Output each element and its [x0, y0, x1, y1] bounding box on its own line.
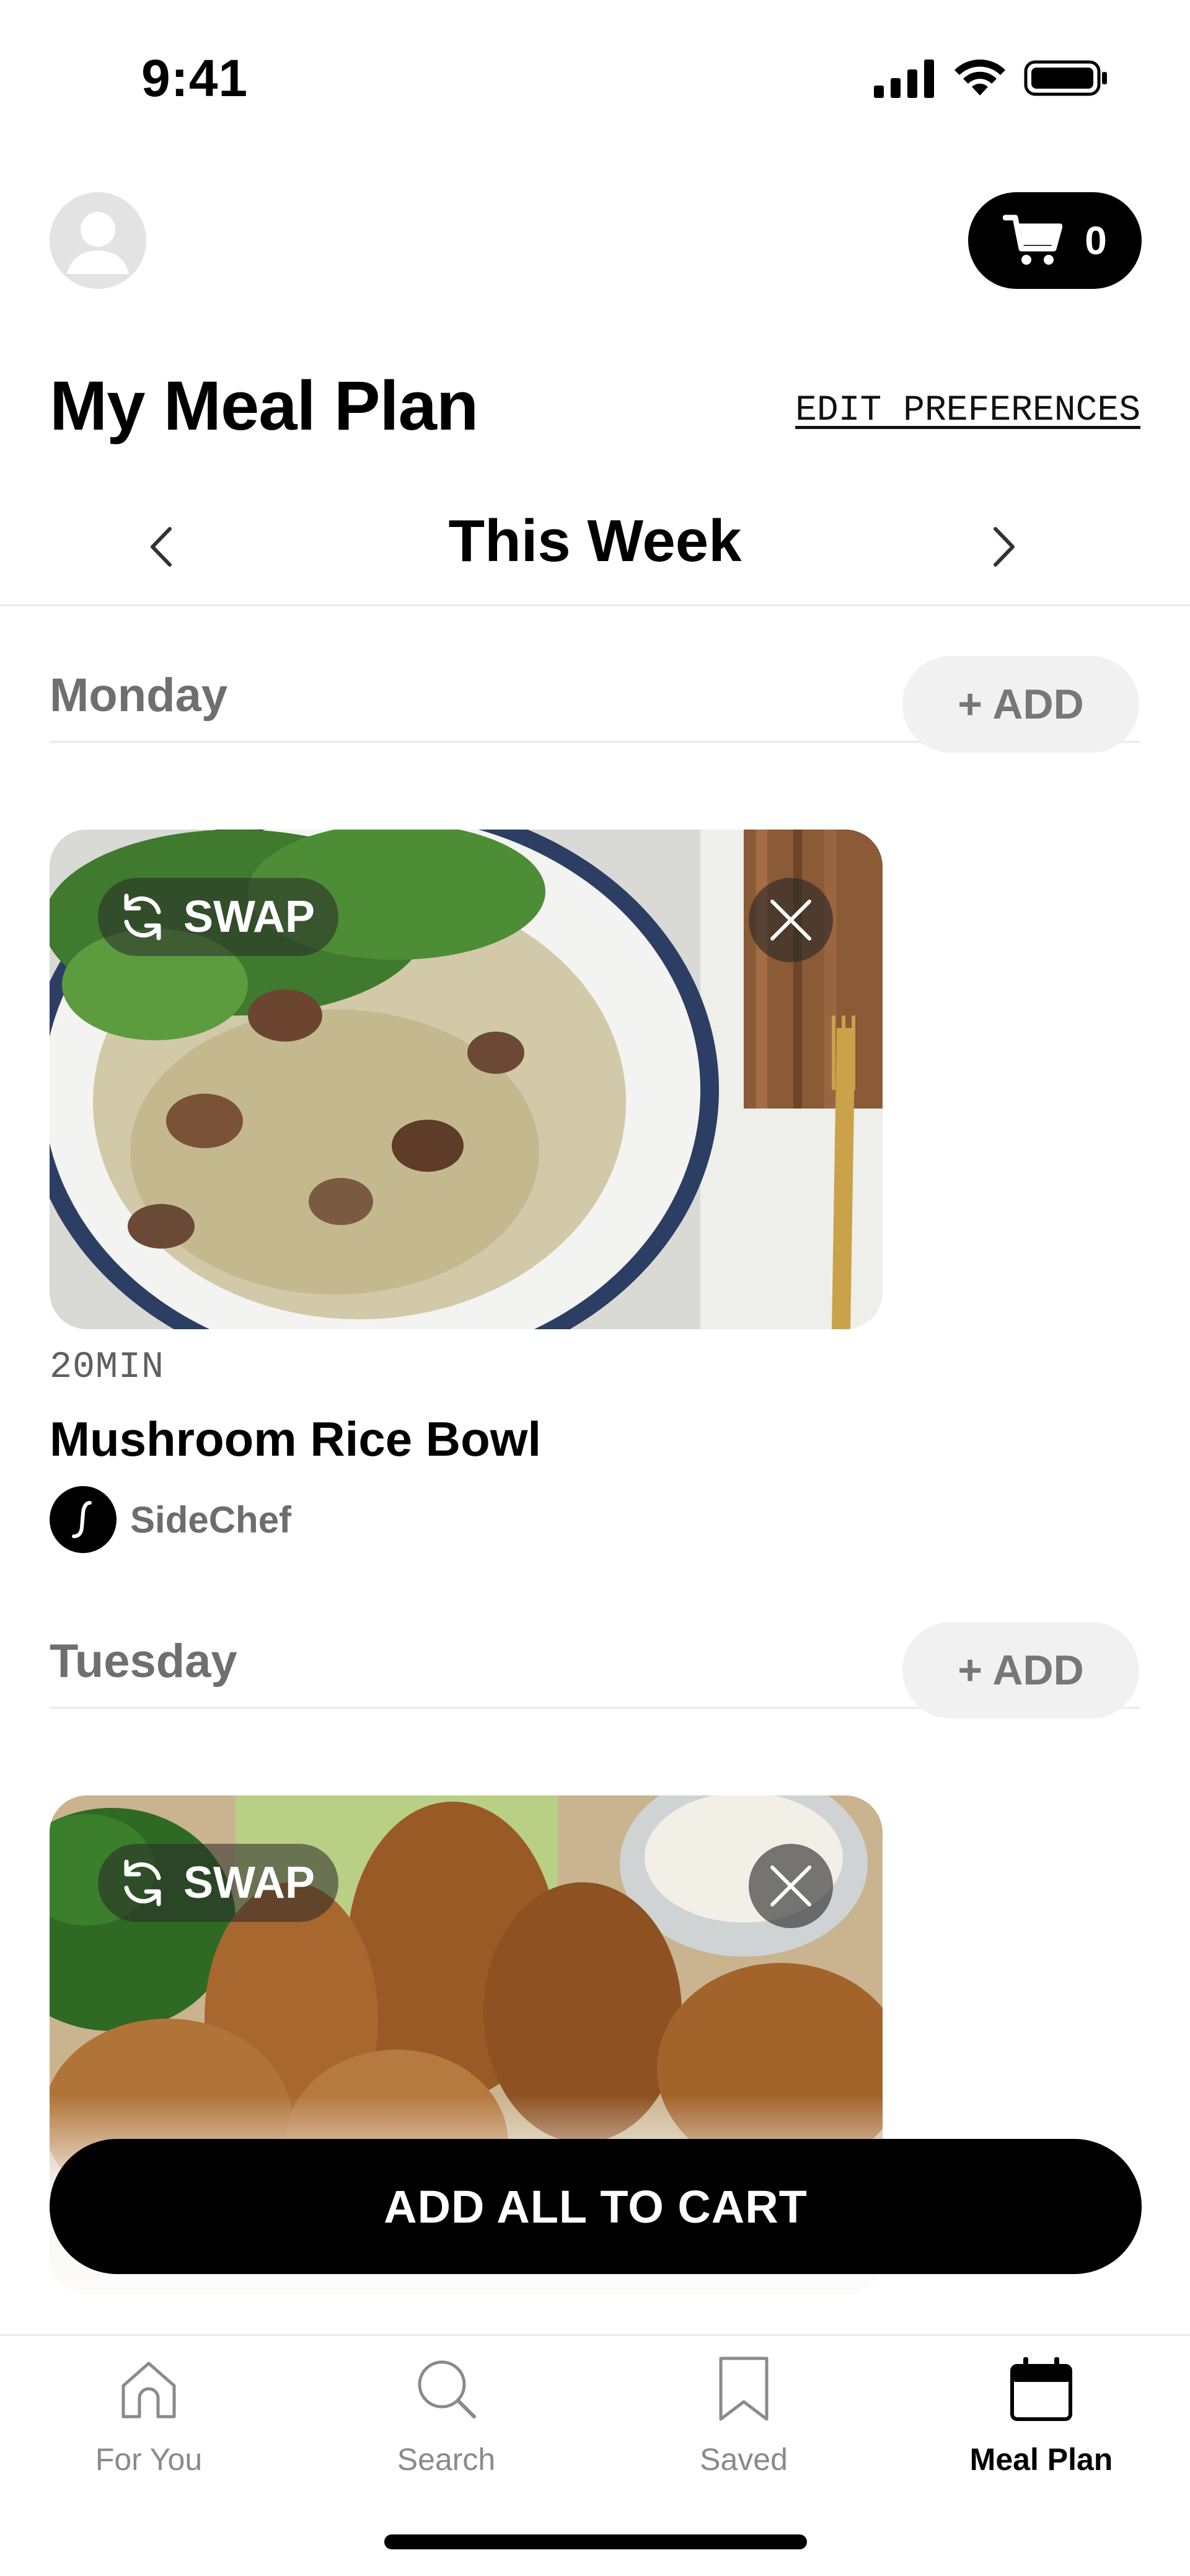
add-meal-button[interactable]: + ADD: [902, 656, 1139, 753]
next-week-button[interactable]: [979, 522, 1029, 572]
day-name: Tuesday: [50, 1635, 237, 1688]
add-all-to-cart-button[interactable]: ADD ALL TO CART: [50, 2139, 1142, 2274]
remove-meal-button[interactable]: [749, 1844, 833, 1928]
meal-image[interactable]: SWAP: [50, 830, 883, 1329]
search-icon: [406, 2348, 487, 2429]
status-icons: [874, 58, 1108, 98]
edit-preferences-link[interactable]: EDIT PREFERENCES: [795, 391, 1140, 431]
tab-label: Saved: [700, 2442, 788, 2477]
sidechef-logo-icon: [50, 1486, 117, 1553]
status-bar: 9:41: [0, 0, 1190, 155]
meal-cook-time: 20MIN: [50, 1347, 165, 1389]
user-icon: [67, 212, 129, 274]
bookmark-icon: [703, 2348, 784, 2429]
tab-saved[interactable]: Saved: [595, 2348, 892, 2497]
remove-meal-button[interactable]: [749, 878, 833, 962]
swap-button[interactable]: SWAP: [98, 878, 339, 956]
tab-for-you[interactable]: For You: [0, 2348, 298, 2497]
add-meal-button[interactable]: + ADD: [902, 1622, 1139, 1719]
close-icon: [770, 1866, 811, 1906]
meal-source[interactable]: SideChef: [50, 1486, 883, 1553]
tab-meal-plan[interactable]: Meal Plan: [892, 2348, 1190, 2497]
calendar-icon: [1001, 2348, 1082, 2429]
swap-icon: [124, 893, 161, 941]
status-time: 9:41: [141, 49, 249, 107]
close-icon: [770, 900, 811, 941]
swap-label: SWAP: [183, 1858, 315, 1908]
cart-count: 0: [1085, 218, 1107, 263]
swap-icon: [124, 1859, 161, 1906]
home-icon: [108, 2348, 189, 2429]
profile-avatar[interactable]: [50, 192, 146, 289]
battery-icon: [1024, 60, 1107, 96]
meal-card[interactable]: SWAP 20MIN Mushroom Rice Bowl SideChef: [50, 830, 883, 1553]
day-name: Monday: [50, 669, 228, 722]
cart-button[interactable]: 0: [968, 192, 1142, 289]
week-navigation: This Week: [0, 496, 1190, 606]
cellular-signal-icon: [874, 60, 934, 98]
home-indicator: [384, 2534, 807, 2549]
swap-button[interactable]: SWAP: [98, 1844, 339, 1922]
tab-label: For You: [95, 2442, 203, 2477]
tab-search[interactable]: Search: [298, 2348, 595, 2497]
swap-label: SWAP: [183, 892, 315, 942]
source-name: SideChef: [130, 1498, 292, 1541]
chevron-right-icon: [994, 527, 1015, 567]
day-header-monday: Monday + ADD: [50, 620, 1140, 753]
cart-icon: [1003, 215, 1063, 265]
tab-label: Search: [397, 2442, 496, 2477]
page-title: My Meal Plan: [50, 367, 478, 445]
day-header-tuesday: Tuesday + ADD: [50, 1586, 1140, 1719]
wifi-icon: [954, 60, 1005, 95]
tab-label: Meal Plan: [969, 2442, 1113, 2477]
meal-title: Mushroom Rice Bowl: [50, 1412, 542, 1466]
